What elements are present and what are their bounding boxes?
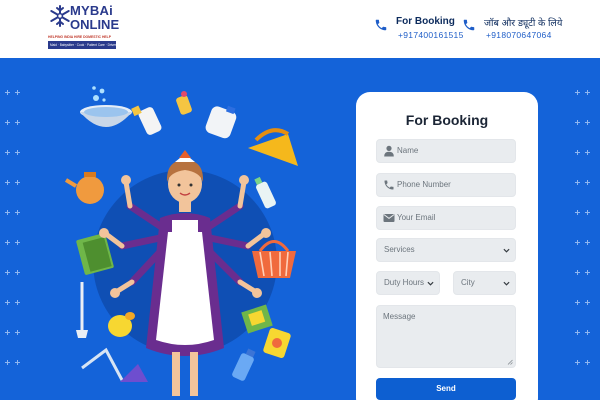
phone-number-field[interactable]: Phone Number (376, 173, 516, 197)
sponge-box-icon (263, 328, 291, 358)
decorative-plus-pattern-left (5, 90, 20, 365)
message-placeholder: Message (383, 312, 416, 321)
resize-handle-icon[interactable] (507, 359, 513, 365)
email-field[interactable]: Your Email (376, 206, 516, 230)
phone-number-placeholder: Phone Number (397, 180, 451, 189)
phone-icon (463, 19, 475, 31)
spray-bottle-icon (131, 105, 162, 135)
city-select[interactable]: City (453, 271, 516, 295)
send-button[interactable]: Send (376, 378, 516, 400)
city-selected-value: City (461, 278, 475, 287)
brand-logo[interactable]: MYBAi ONLINE HELPING INDIA HIRE DOMESTIC… (48, 3, 120, 52)
booking-form-card: For Booking Name Phone Number Your Email… (356, 92, 538, 400)
booking-contact-title: For Booking (396, 16, 455, 27)
booking-form-title: For Booking (405, 112, 489, 128)
booking-contact[interactable]: For Booking +917400161515 (374, 12, 464, 44)
maid-illustration (64, 86, 298, 396)
cleaner-bottle-icon (176, 91, 192, 115)
coat-hanger-icon (81, 347, 124, 381)
phone-icon (375, 19, 387, 31)
decorative-plus-pattern-right (575, 90, 590, 365)
job-contact-title: जॉब और ड्यूटी के लिये (484, 18, 563, 29)
name-field[interactable]: Name (376, 139, 516, 163)
chevron-down-icon (503, 281, 510, 286)
job-contact-number[interactable]: +918070647064 (486, 30, 552, 40)
chevron-down-icon (427, 281, 434, 286)
phone-icon (384, 180, 394, 190)
glass-bottle-icon (254, 176, 276, 209)
brand-name-line2: ONLINE (70, 17, 120, 32)
hero-section: For Booking Name Phone Number Your Email… (0, 58, 600, 400)
services-select[interactable]: Services (376, 238, 516, 262)
kettle-icon (64, 172, 104, 204)
name-placeholder: Name (397, 146, 419, 155)
site-header: MYBAi ONLINE HELPING INDIA HIRE DOMESTIC… (0, 0, 600, 58)
job-contact[interactable]: जॉब और ड्यूटी के लिये +918070647064 (462, 12, 592, 44)
duty-hours-selected-value: Duty Hours (384, 278, 425, 287)
chevron-down-icon (503, 248, 510, 253)
broom-icon (76, 282, 88, 338)
dustpan-icon (120, 364, 148, 382)
detergent-jug-icon (205, 105, 237, 139)
email-placeholder: Your Email (397, 213, 436, 222)
trigger-spray-icon (232, 348, 256, 381)
brand-services-strip: Maid · Babysitter · Cook · Patient Care … (48, 41, 116, 49)
snowflake-logo-icon (50, 5, 70, 27)
wash-basin-icon (80, 86, 132, 127)
services-selected-value: Services (384, 245, 415, 254)
booking-contact-number[interactable]: +917400161515 (398, 30, 464, 40)
message-textarea[interactable]: Message (376, 305, 516, 368)
duty-hours-select[interactable]: Duty Hours (376, 271, 440, 295)
brand-tagline: HELPING INDIA HIRE DOMESTIC HELP (48, 35, 111, 39)
clothes-iron-icon (248, 128, 298, 166)
envelope-icon (383, 214, 395, 222)
brand-name-line1: MYBAi (70, 3, 113, 18)
user-icon (384, 145, 394, 157)
